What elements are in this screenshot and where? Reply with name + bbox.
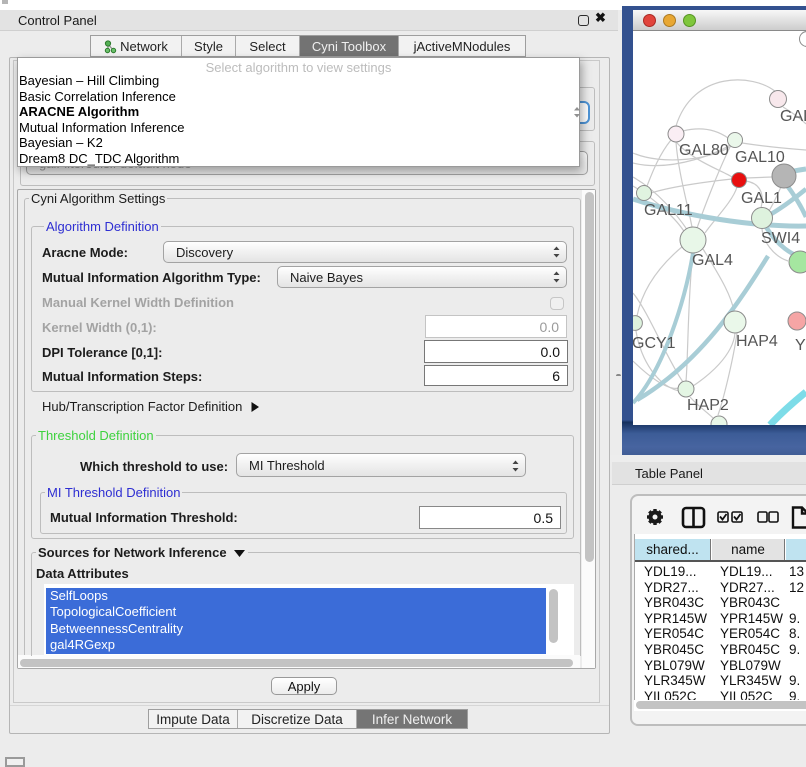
svg-text:HAP4: HAP4 [736, 333, 778, 350]
svg-text:GAL2: GAL2 [780, 108, 806, 125]
svg-text:SWI4: SWI4 [761, 230, 800, 247]
svg-text:GAL4: GAL4 [692, 252, 733, 269]
svg-text:GAL80: GAL80 [679, 142, 729, 159]
svg-text:GAL11: GAL11 [644, 202, 693, 219]
svg-text:GAL1: GAL1 [741, 190, 782, 207]
svg-text:GCY1: GCY1 [633, 335, 676, 352]
svg-text:GAL10: GAL10 [735, 149, 785, 166]
svg-text:HAP2: HAP2 [687, 397, 729, 414]
svg-text:YM: YM [795, 337, 806, 354]
